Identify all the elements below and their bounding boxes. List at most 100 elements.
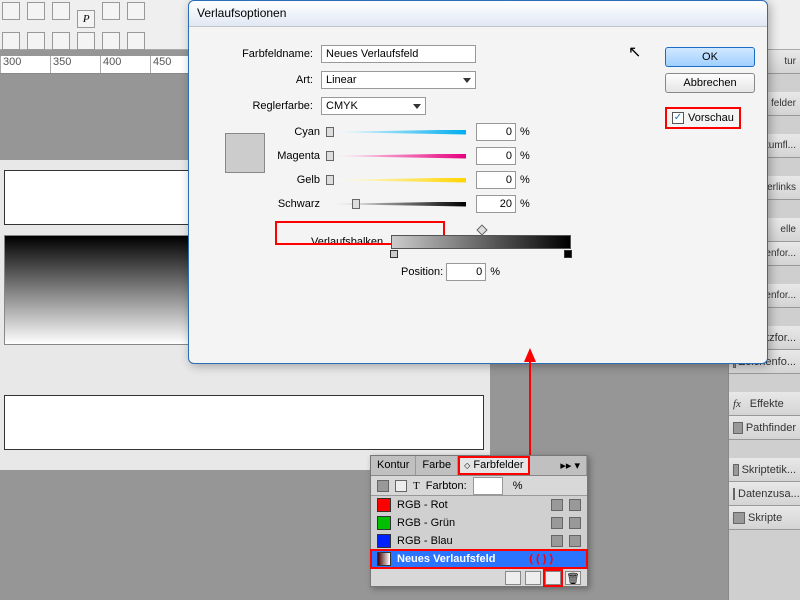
- delete-icon[interactable]: 🗑: [565, 571, 581, 585]
- cursor-icon: ↖: [628, 42, 641, 62]
- chevron-down-icon: [413, 104, 421, 109]
- yellow-input[interactable]: [476, 171, 516, 189]
- gradient-ramp[interactable]: [391, 235, 571, 249]
- toolbar-icon[interactable]: [2, 2, 20, 20]
- slider-thumb[interactable]: [326, 127, 334, 137]
- toolbar-icon[interactable]: [52, 32, 70, 50]
- ruler: 300 350 400 450: [0, 56, 200, 74]
- swatch-label: RGB - Blau: [397, 535, 453, 547]
- cyan-slider[interactable]: [326, 130, 466, 135]
- spot-icon: [551, 535, 563, 547]
- toolbar-icon[interactable]: [27, 2, 45, 20]
- toolbar-icon[interactable]: [102, 2, 120, 20]
- position-label: Position:: [401, 266, 443, 278]
- swatches-panel: Kontur Farbe ◇ Farbfelder ▸▸ ▾ T Farbton…: [370, 455, 588, 587]
- script-icon: [733, 464, 739, 476]
- swatch-label: RGB - Rot: [397, 499, 448, 511]
- farbton-input[interactable]: [473, 477, 503, 495]
- pathfinder-icon: [733, 422, 743, 434]
- tab-farbfelder[interactable]: ◇ Farbfelder: [458, 456, 529, 475]
- toolbar-icon[interactable]: P: [77, 10, 95, 28]
- toolbar-icon[interactable]: [127, 32, 145, 50]
- swatch-label: Neues Verlaufsfeld: [397, 553, 495, 565]
- toolbar-icon[interactable]: [127, 2, 145, 20]
- yellow-label: Gelb: [201, 174, 326, 186]
- panel-tab[interactable]: fx Effekte: [729, 392, 800, 416]
- toolbar-icon[interactable]: [2, 32, 20, 50]
- type-value: Linear: [326, 74, 357, 86]
- mode-icon: [569, 517, 581, 529]
- data-icon: [733, 488, 735, 500]
- ruler-tick: 300: [0, 56, 50, 73]
- toolbar-icon[interactable]: [102, 32, 120, 50]
- swatch-name-input[interactable]: [321, 45, 476, 63]
- panel-footer: 🗑: [371, 568, 587, 586]
- cyan-input[interactable]: [476, 123, 516, 141]
- ruler-tick: 350: [50, 56, 100, 73]
- panel-tab-bar: Kontur Farbe ◇ Farbfelder ▸▸ ▾: [371, 456, 587, 476]
- magenta-input[interactable]: [476, 147, 516, 165]
- yellow-slider[interactable]: [326, 178, 466, 183]
- preview-checkbox-wrap[interactable]: ✓ Vorschau: [665, 107, 741, 129]
- name-label: Farbfeldname:: [201, 48, 321, 60]
- mode-value: CMYK: [326, 100, 358, 112]
- type-label: Art:: [201, 74, 321, 86]
- gradient-swatch-icon: [377, 552, 391, 566]
- ok-button[interactable]: OK: [665, 47, 755, 67]
- color-swatch-icon: [377, 498, 391, 512]
- mode-label: Reglerfarbe:: [201, 100, 321, 112]
- cancel-button[interactable]: Abbrechen: [665, 73, 755, 93]
- magenta-slider[interactable]: [326, 154, 466, 159]
- position-input[interactable]: [446, 263, 486, 281]
- slider-thumb[interactable]: [326, 175, 334, 185]
- color-mode-dropdown[interactable]: CMYK: [321, 97, 426, 115]
- slider-thumb[interactable]: [352, 199, 360, 209]
- black-slider[interactable]: [326, 202, 466, 207]
- spot-icon: [551, 517, 563, 529]
- text-icon[interactable]: T: [413, 480, 420, 492]
- black-input[interactable]: [476, 195, 516, 213]
- show-thumb-icon[interactable]: [525, 571, 541, 585]
- midpoint-diamond-icon[interactable]: [477, 224, 488, 235]
- type-dropdown[interactable]: Linear: [321, 71, 476, 89]
- stop-color-preview: [225, 133, 265, 173]
- container-icon[interactable]: [395, 480, 407, 492]
- panel-tab[interactable]: Skriptetik...: [729, 458, 800, 482]
- new-swatch-icon[interactable]: [545, 571, 561, 585]
- chevron-down-icon: [463, 78, 471, 83]
- artboard-rect: [4, 395, 484, 450]
- tab-farbe[interactable]: Farbe: [416, 456, 458, 475]
- gradient-stop[interactable]: [564, 250, 572, 258]
- mode-icon: [569, 499, 581, 511]
- swatch-label: RGB - Grün: [397, 517, 455, 529]
- fill-stroke-icon[interactable]: [377, 480, 389, 492]
- panel-menu-icon[interactable]: ▸▸ ▾: [554, 456, 587, 475]
- panel-tab[interactable]: Skripte: [729, 506, 800, 530]
- panel-options-row: T Farbton: %: [371, 476, 587, 496]
- preview-label: Vorschau: [688, 112, 734, 124]
- swatch-row[interactable]: RGB - Grün: [371, 514, 587, 532]
- annotation-text: ( ( ) ): [501, 553, 581, 565]
- slider-thumb[interactable]: [326, 151, 334, 161]
- panel-tab[interactable]: Pathfinder: [729, 416, 800, 440]
- black-label: Schwarz: [201, 198, 326, 210]
- gradient-options-dialog: Verlaufsoptionen OK Abbrechen ✓ Vorschau…: [188, 0, 768, 364]
- panel-tab[interactable]: Datenzusa...: [729, 482, 800, 506]
- scripts-icon: [733, 512, 745, 524]
- ruler-tick: 400: [100, 56, 150, 73]
- swatch-row[interactable]: RGB - Rot: [371, 496, 587, 514]
- toolbar-icon[interactable]: [77, 32, 95, 50]
- mode-icon: [569, 535, 581, 547]
- farbton-label: Farbton:: [426, 480, 467, 492]
- color-swatch-icon: [377, 534, 391, 548]
- toolbar-icon[interactable]: [27, 32, 45, 50]
- checkbox-icon[interactable]: ✓: [672, 112, 684, 124]
- dialog-title: Verlaufsoptionen: [189, 1, 767, 27]
- color-swatch-icon: [377, 516, 391, 530]
- toolbar-icon[interactable]: [52, 2, 70, 20]
- show-list-icon[interactable]: [505, 571, 521, 585]
- swatch-row-selected[interactable]: Neues Verlaufsfeld ( ( ) ): [371, 550, 587, 568]
- tab-kontur[interactable]: Kontur: [371, 456, 416, 475]
- gradient-stop[interactable]: [390, 250, 398, 258]
- swatch-row[interactable]: RGB - Blau: [371, 532, 587, 550]
